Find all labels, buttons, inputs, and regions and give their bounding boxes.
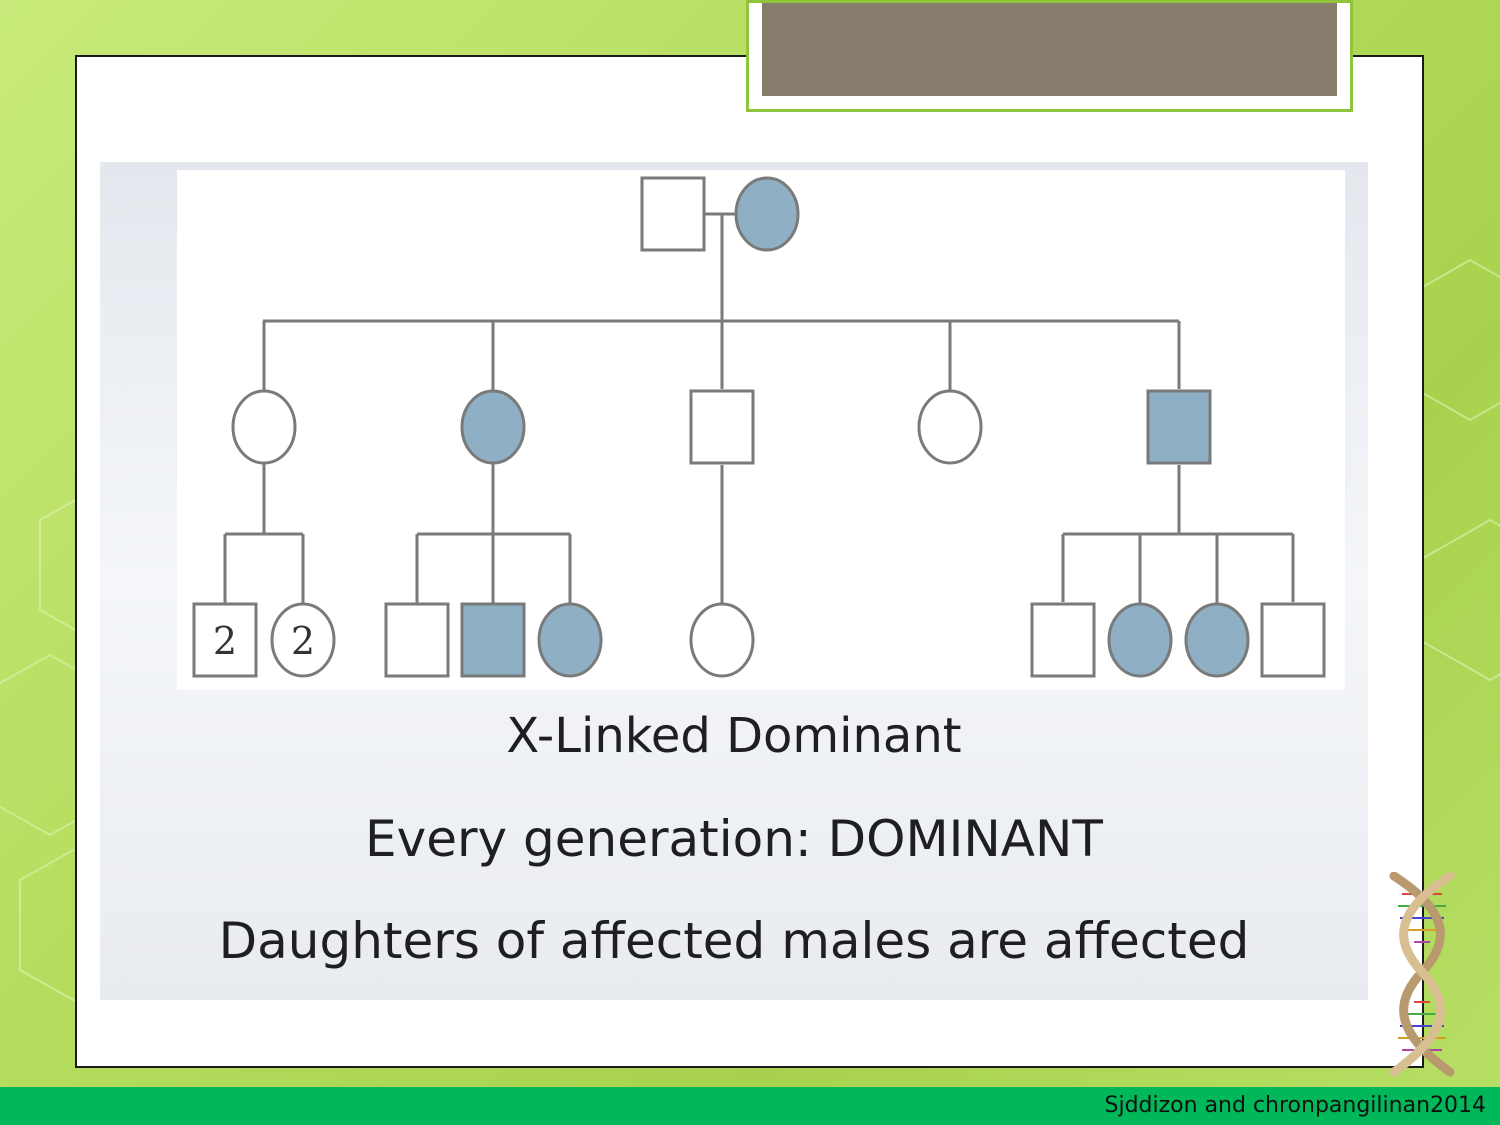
pedigree-male-unaffected-ii-3 — [689, 389, 755, 465]
pedigree-male-affected-iii-4 — [460, 602, 526, 678]
pedigree-symbols: 22 — [192, 176, 1326, 678]
pedigree-female-affected-iii-5 — [537, 602, 603, 678]
pedigree-svg: 22 — [192, 176, 1326, 678]
pedigree-male-unaffected-iii-7 — [1030, 602, 1096, 678]
pedigree-female-affected-ii-2 — [460, 389, 526, 465]
title-box — [746, 0, 1353, 112]
pedigree-female-affected-iii-8 — [1107, 602, 1173, 678]
pedigree-lines — [223, 212, 1295, 606]
pedigree-count-label-iii-1: 2 — [213, 619, 237, 663]
pedigree-female-unaffected-iii-6 — [689, 602, 755, 678]
pedigree-male-unaffected-iii-3 — [384, 602, 450, 678]
caption-daughters-rule: Daughters of affected males are affected — [218, 912, 1250, 970]
pedigree-male-unaffected-i-1 — [640, 176, 706, 252]
dna-helix-icon — [1389, 872, 1455, 1077]
pedigree-male-unaffected-iii-10 — [1260, 602, 1326, 678]
footer-bar: Sjddizon and chronpangilinan2014 — [0, 1087, 1500, 1125]
caption-every-generation: Every generation: DOMINANT — [365, 810, 1103, 868]
pedigree-female-unaffected-ii-4 — [917, 389, 983, 465]
pedigree-female-affected-iii-9 — [1184, 602, 1250, 678]
pedigree-chart: 22 — [177, 170, 1345, 690]
pedigree-female-affected-i-2 — [734, 176, 800, 252]
pedigree-female-unaffected-ii-1 — [231, 389, 297, 465]
pedigree-count-label-iii-2: 2 — [291, 619, 315, 663]
footer-credit: Sjddizon and chronpangilinan2014 — [1104, 1093, 1487, 1118]
pedigree-male-affected-ii-5 — [1146, 389, 1212, 465]
title-box-fill — [762, 3, 1337, 96]
caption-inheritance-type: X-Linked Dominant — [506, 708, 962, 764]
